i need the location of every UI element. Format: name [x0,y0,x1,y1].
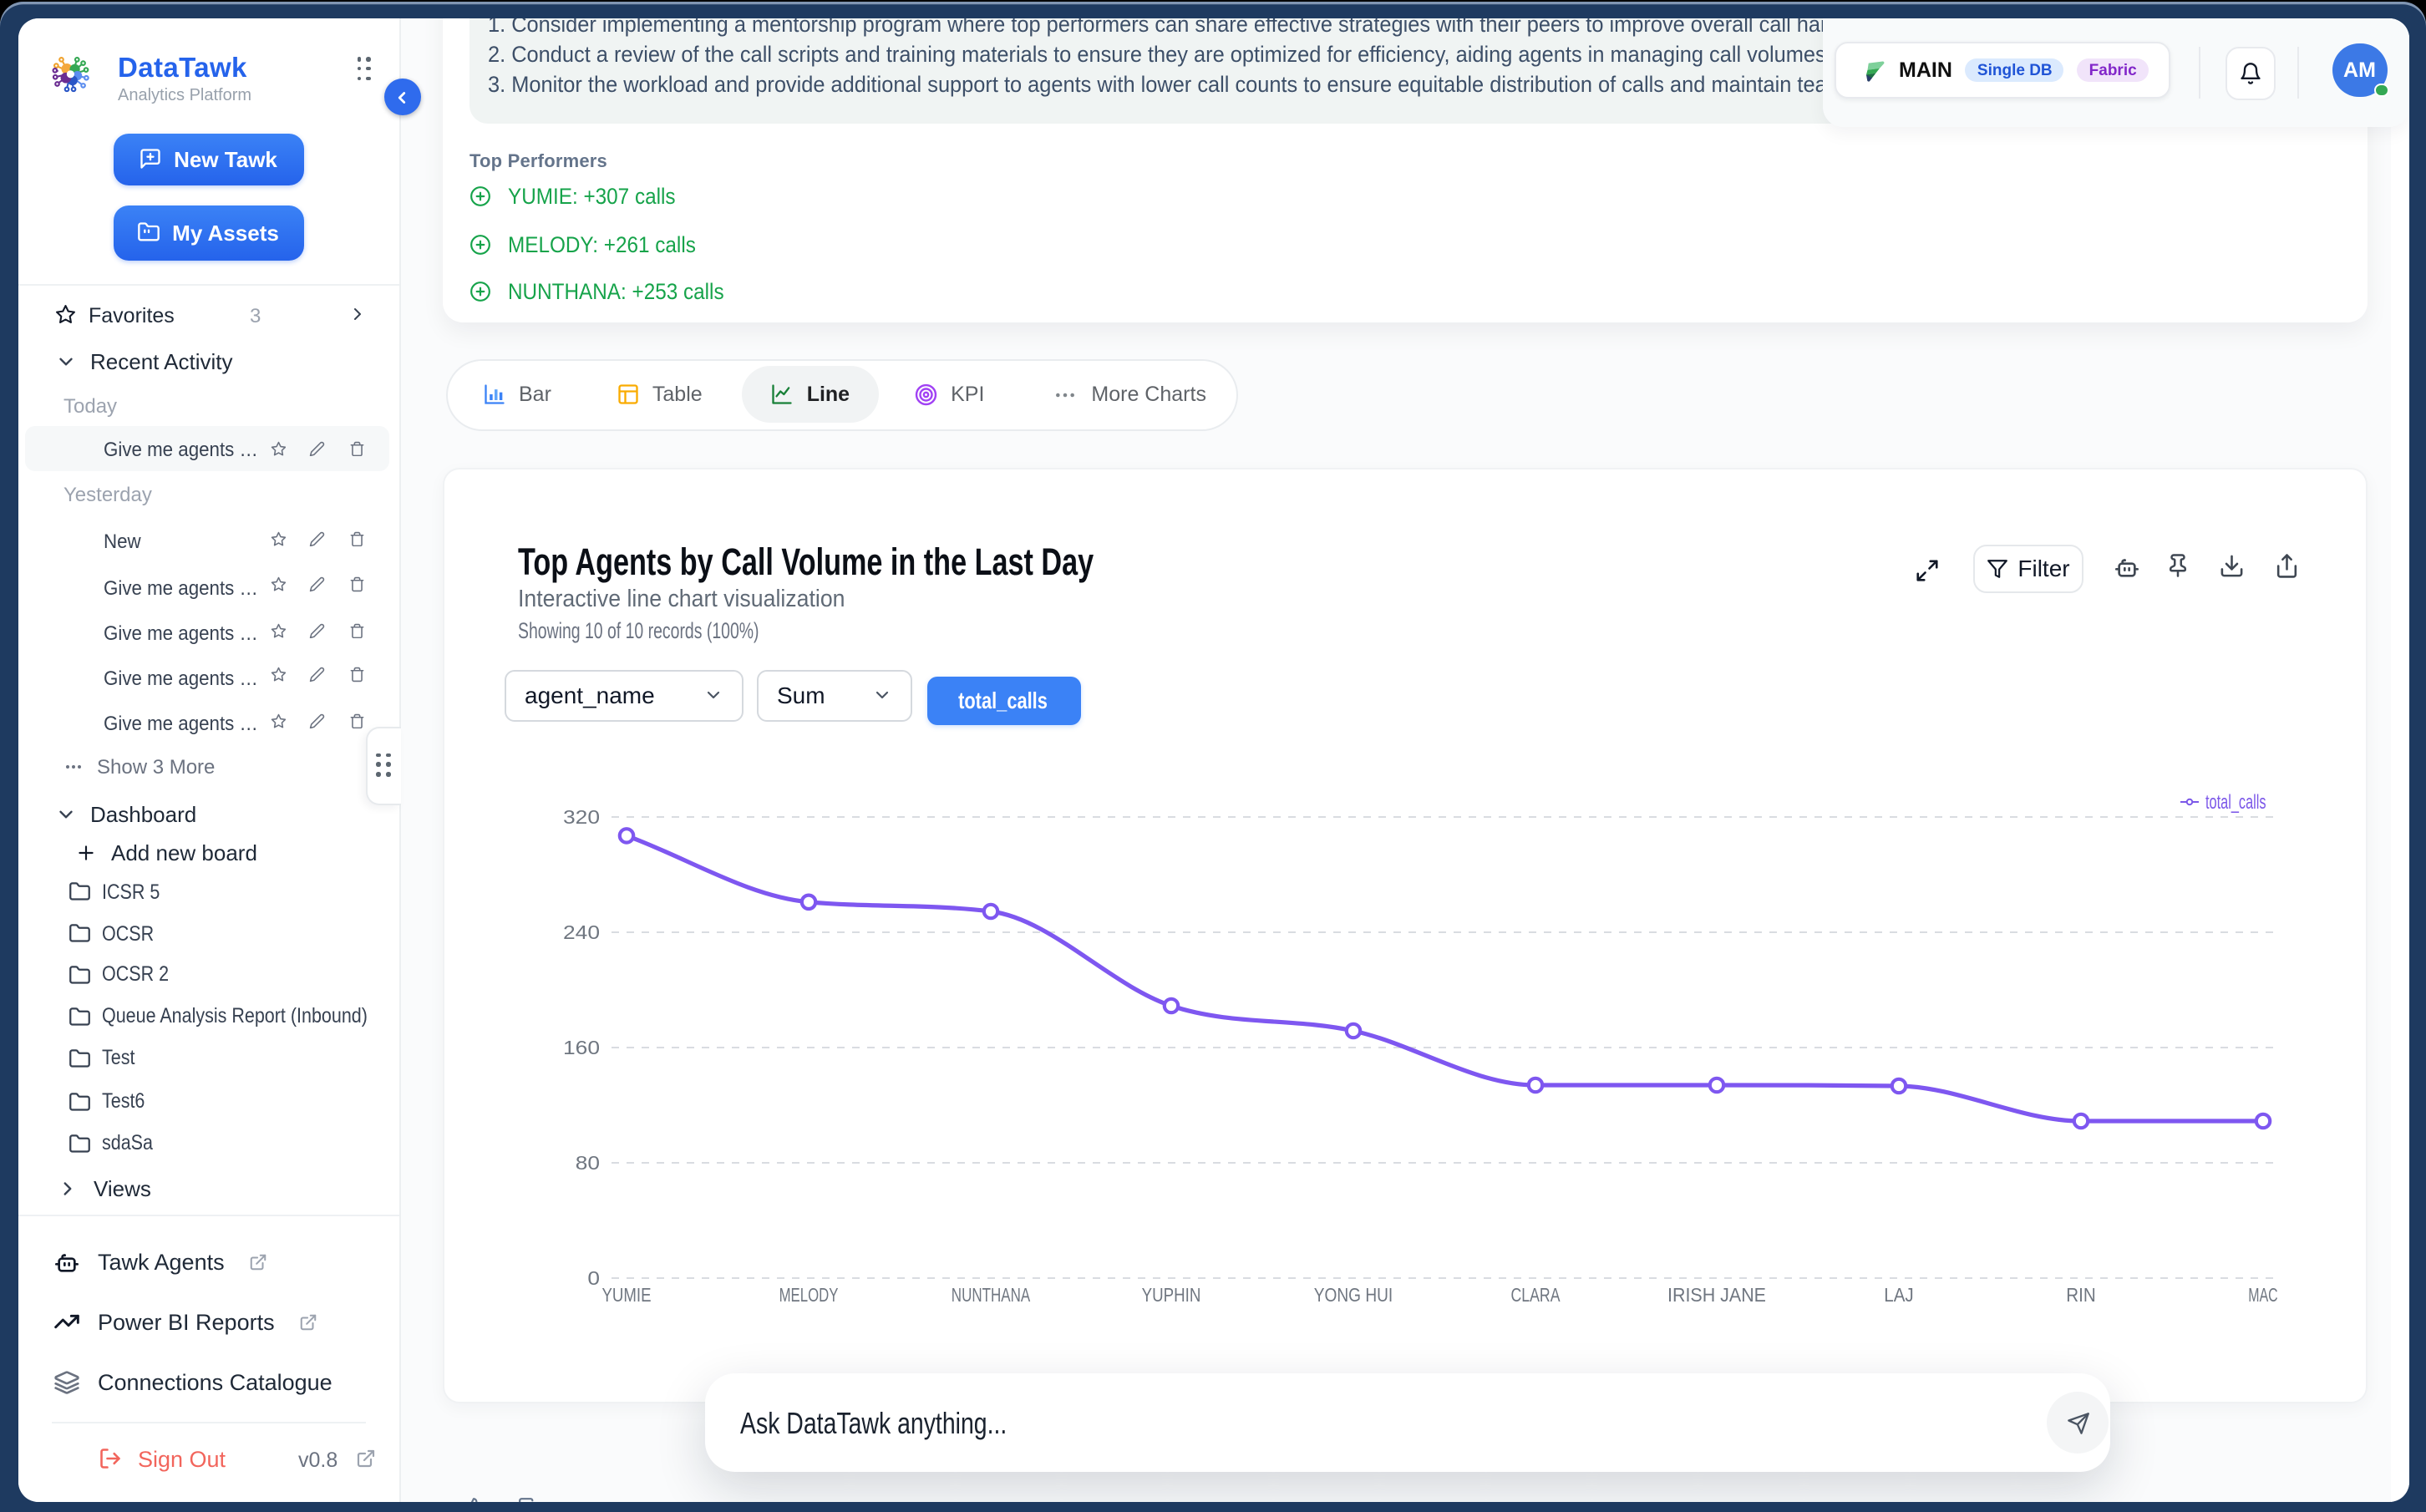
svg-text:YONG HUI: YONG HUI [1314,1284,1393,1306]
svg-text:0: 0 [587,1267,600,1289]
svg-text:80: 80 [576,1152,600,1174]
svg-text:YUMIE: YUMIE [602,1284,652,1306]
svg-text:MELODY: MELODY [779,1284,839,1306]
svg-text:LAJ: LAJ [1884,1284,1913,1306]
svg-text:320: 320 [563,806,600,828]
svg-text:RIN: RIN [2066,1284,2095,1306]
svg-text:NUNTHANA: NUNTHANA [952,1284,1031,1306]
svg-text:YUPHIN: YUPHIN [1142,1284,1201,1306]
svg-text:CLARA: CLARA [1511,1284,1561,1306]
svg-text:240: 240 [563,921,600,943]
svg-text:MAC: MAC [2248,1284,2277,1306]
svg-text:160: 160 [563,1037,600,1058]
svg-text:IRISH JANE: IRISH JANE [1667,1284,1766,1306]
